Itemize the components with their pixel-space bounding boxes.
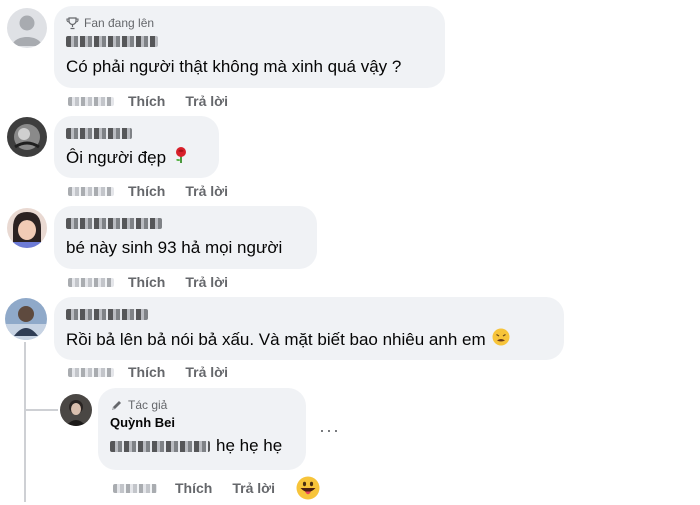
comment-bubble: bé này sinh 93 hả mọi người <box>54 206 317 269</box>
comment-text: Ôi người đẹp <box>66 146 207 170</box>
reply-actions: Thích Trả lời <box>113 480 275 496</box>
avatar[interactable] <box>7 208 47 248</box>
reply-button[interactable]: Trả lời <box>185 364 228 380</box>
trophy-icon <box>66 16 79 29</box>
reply-button[interactable]: Trả lời <box>185 183 228 199</box>
reply-bubble: Tác giả Quỳnh Bei hẹ hẹ hẹ <box>98 388 306 470</box>
thread-line <box>24 342 26 502</box>
author-name[interactable]: Quỳnh Bei <box>110 414 294 432</box>
pencil-icon <box>112 400 121 410</box>
timestamp-redacted[interactable] <box>68 96 114 106</box>
reply-text: hẹ hẹ hẹ <box>110 435 294 457</box>
like-button[interactable]: Thích <box>128 183 165 199</box>
reply-text-content: hẹ hẹ hẹ <box>216 436 283 455</box>
comment-text-content: bé này sinh 93 hả mọi người <box>66 238 283 257</box>
comment-text-content: Có phải người thật không mà xinh quá vậy… <box>66 57 402 76</box>
timestamp-redacted[interactable] <box>68 277 114 287</box>
commenter-name-redacted[interactable] <box>66 305 552 323</box>
comment-actions: Thích Trả lời <box>68 93 228 109</box>
comment-actions: Thích Trả lời <box>68 364 228 380</box>
like-button[interactable]: Thích <box>128 274 165 290</box>
comment-text-content: Rồi bả lên bả nói bả xấu. Và mặt biết ba… <box>66 330 486 349</box>
comment-bubble: Fan đang lên Có phải người thật không mà… <box>54 6 445 88</box>
timestamp-redacted[interactable] <box>113 483 157 493</box>
mention-redacted[interactable] <box>110 440 210 452</box>
like-button[interactable]: Thích <box>128 364 165 380</box>
badge-label: Fan đang lên <box>84 16 155 30</box>
comment-actions: Thích Trả lời <box>68 183 228 199</box>
thread-branch <box>24 392 26 410</box>
comment-actions: Thích Trả lời <box>68 274 228 290</box>
author-badge: Tác giả <box>110 396 294 414</box>
reply-button[interactable]: Trả lời <box>185 274 228 290</box>
commenter-name-redacted[interactable] <box>66 124 207 142</box>
author-avatar[interactable] <box>60 394 92 426</box>
grinning-tongue-emoji[interactable] <box>296 476 320 500</box>
like-button[interactable]: Thích <box>175 480 212 496</box>
timestamp-redacted[interactable] <box>68 186 114 196</box>
badge: Fan đang lên <box>66 14 433 32</box>
reply-button[interactable]: Trả lời <box>232 480 275 496</box>
commenter-name-redacted[interactable] <box>66 32 433 50</box>
badge-label: Tác giả <box>128 398 168 412</box>
avatar[interactable] <box>7 8 47 48</box>
rose-emoji <box>172 146 190 170</box>
reply-button[interactable]: Trả lời <box>185 93 228 109</box>
comment-text: Rồi bả lên bả nói bả xấu. Và mặt biết ba… <box>66 328 552 352</box>
comment-text: Có phải người thật không mà xinh quá vậy… <box>66 56 433 78</box>
weary-face-emoji <box>492 328 510 352</box>
like-button[interactable]: Thích <box>128 93 165 109</box>
comment-bubble: Rồi bả lên bả nói bả xấu. Và mặt biết ba… <box>54 297 564 360</box>
avatar[interactable] <box>7 117 47 157</box>
author-name-text[interactable]: Quỳnh Bei <box>110 414 175 432</box>
avatar[interactable] <box>5 298 47 340</box>
comment-text-content: Ôi người đẹp <box>66 148 167 167</box>
comment-bubble: Ôi người đẹp <box>54 116 219 178</box>
commenter-name-redacted[interactable] <box>66 214 305 232</box>
more-options-button[interactable]: ··· <box>319 420 340 441</box>
comment-text: bé này sinh 93 hả mọi người <box>66 237 305 259</box>
timestamp-redacted[interactable] <box>68 367 114 377</box>
thread-branch-horizontal <box>24 409 58 411</box>
